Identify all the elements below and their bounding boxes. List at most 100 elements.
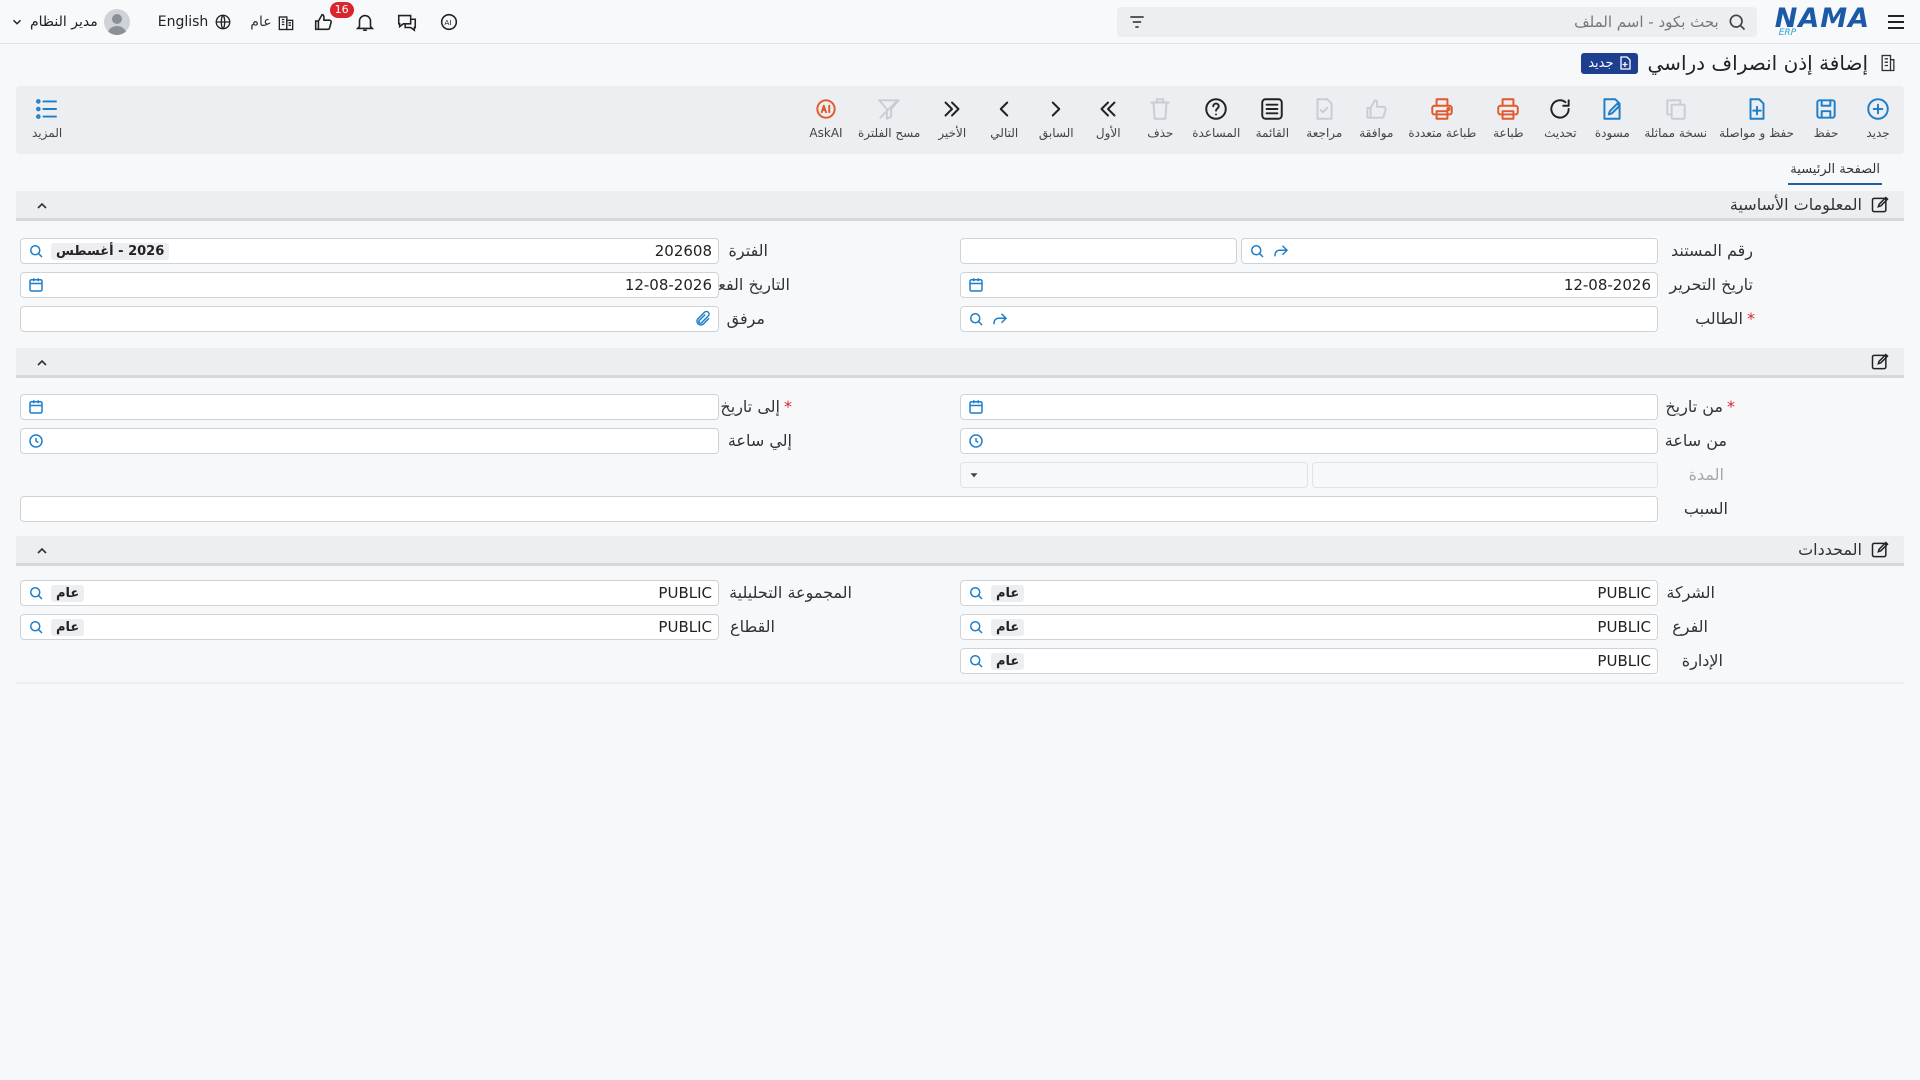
toolbar-button-thumbs-up[interactable]: موافقة [1356, 86, 1396, 140]
actual-date-value: 12-08-2026 [624, 276, 712, 294]
toolbar-button-copy[interactable]: نسخة مماثلة [1644, 86, 1707, 140]
toolbar-button-trash[interactable]: حذف [1140, 86, 1180, 140]
search-refresh-icon[interactable] [27, 618, 45, 636]
toolbar-button-last[interactable]: الأخير [932, 86, 972, 140]
student-label-text: الطالب [1695, 309, 1743, 328]
from-time-field[interactable] [960, 428, 1658, 454]
toolbar-button-draft[interactable]: مسودة [1592, 86, 1632, 140]
list-icon [1259, 96, 1285, 122]
to-time-field[interactable] [20, 428, 719, 454]
toolbar-actions: جديد حفظ حفظ و مواصلة نسخة مماثلة مسودة تحديث… [800, 86, 1904, 154]
toolbar-label: طباعة [1493, 126, 1524, 140]
edit-date-field[interactable]: 12-08-2026 [960, 272, 1658, 298]
clock-icon[interactable] [27, 432, 45, 450]
toolbar-button-clear-filter[interactable]: مسح الفلترة [858, 86, 920, 140]
department-field[interactable]: PUBLIC عام [960, 648, 1658, 674]
toolbar-button-refresh[interactable]: تحديث [1540, 86, 1580, 140]
language-switch[interactable]: English [158, 13, 233, 31]
analysis-group-tag: عام [51, 584, 85, 602]
analysis-group-value: PUBLIC [658, 584, 712, 602]
user-name: مدير النظام [30, 14, 98, 30]
search-input[interactable] [1146, 12, 1727, 31]
search-refresh-icon[interactable] [967, 618, 985, 636]
branch-value: PUBLIC [1597, 618, 1651, 636]
toolbar-button-save-continue[interactable]: حفظ و مواصلة [1719, 86, 1794, 140]
toolbar-button-next[interactable]: التالي [984, 86, 1024, 140]
filter-icon[interactable] [1127, 12, 1147, 32]
ai-assistant-button[interactable]: AI [436, 9, 462, 35]
doc-number-field[interactable] [1241, 238, 1658, 264]
menu-icon[interactable] [1884, 10, 1908, 34]
messages-button[interactable] [394, 9, 420, 35]
edit-icon [1870, 352, 1890, 372]
sector-field[interactable]: PUBLIC عام [20, 614, 719, 640]
review-icon [1311, 96, 1337, 122]
plus-circle-icon [1865, 96, 1891, 122]
notification-count-badge: 16 [329, 2, 354, 18]
toolbar-button-first[interactable]: الأول [1088, 86, 1128, 140]
toolbar-button-multi-print[interactable]: طباعة متعددة [1408, 86, 1476, 140]
toolbar-label: مسح الفلترة [858, 126, 921, 140]
from-date-field[interactable] [960, 394, 1658, 420]
clock-icon[interactable] [967, 432, 985, 450]
doc-number-extra-field[interactable] [960, 238, 1237, 264]
approvals-button[interactable]: 16 [310, 2, 354, 35]
to-date-field[interactable] [20, 394, 719, 420]
toolbar-button-plus-circle[interactable]: جديد [1858, 86, 1898, 140]
calendar-icon[interactable] [967, 398, 985, 416]
calendar-icon[interactable] [27, 398, 45, 416]
basic-info-section-header[interactable]: المعلومات الأساسية [16, 191, 1904, 221]
search-refresh-icon[interactable] [967, 310, 985, 328]
clear-filter-icon [876, 96, 902, 122]
branch-field[interactable]: PUBLIC عام [960, 614, 1658, 640]
company-field[interactable]: PUBLIC عام [960, 580, 1658, 606]
actual-date-field[interactable]: 12-08-2026 [20, 272, 719, 298]
more-list-icon [34, 96, 60, 122]
search-refresh-icon[interactable] [1248, 242, 1266, 260]
thumbs-up-icon [1363, 96, 1389, 122]
attachment-field[interactable] [20, 306, 719, 332]
toolbar-button-previous[interactable]: السابق [1036, 86, 1076, 140]
search-refresh-icon[interactable] [27, 584, 45, 602]
toolbar-button-help[interactable]: المساعدة [1192, 86, 1240, 140]
chevron-up-icon[interactable] [34, 198, 50, 214]
toolbar-button-review[interactable]: مراجعة [1304, 86, 1344, 140]
app-logo[interactable]: NAMA ERP [1775, 5, 1870, 38]
calendar-icon[interactable] [967, 276, 985, 294]
tab-main[interactable]: الصفحة الرئيسية [1788, 158, 1882, 185]
toolbar-label: حذف [1147, 126, 1174, 140]
reason-field[interactable] [20, 496, 1658, 522]
calendar-icon[interactable] [27, 276, 45, 294]
ai-icon: AI [438, 11, 460, 33]
toolbar-button-list[interactable]: القائمة [1252, 86, 1292, 140]
branch-label: الفرع [1672, 617, 1708, 636]
toolbar-button-save[interactable]: حفظ [1806, 86, 1846, 140]
period-field[interactable]: 202608 2026 - أغسطس [20, 238, 719, 264]
search-refresh-icon[interactable] [27, 242, 45, 260]
print-icon [1495, 96, 1521, 122]
toolbar-label: نسخة مماثلة [1644, 126, 1708, 140]
student-field[interactable] [960, 306, 1658, 332]
avatar [103, 9, 130, 35]
user-menu[interactable]: مدير النظام [10, 9, 130, 35]
scope-selector[interactable]: عام [250, 12, 295, 32]
more-button[interactable]: المزيد [32, 96, 62, 140]
search-refresh-icon[interactable] [967, 584, 985, 602]
language-label: English [157, 14, 209, 30]
reason-label: السبب [1683, 499, 1728, 518]
notifications-button[interactable] [352, 9, 378, 35]
dimensions-section-header[interactable]: المحددات [16, 536, 1904, 566]
chevron-up-icon[interactable] [34, 355, 50, 371]
search-refresh-icon[interactable] [967, 652, 985, 670]
share-icon[interactable] [1272, 242, 1290, 260]
paperclip-icon[interactable] [694, 310, 712, 328]
toolbar-button-print[interactable]: طباعة [1488, 86, 1528, 140]
timing-section-header[interactable] [16, 348, 1904, 378]
search-icon[interactable] [1727, 12, 1747, 32]
toolbar-button-ai[interactable]: AskAI [806, 86, 846, 140]
chevron-up-icon[interactable] [34, 543, 50, 559]
duration-label: المدة [1688, 465, 1724, 484]
share-icon[interactable] [991, 310, 1009, 328]
department-tag: عام [991, 652, 1025, 670]
analysis-group-field[interactable]: PUBLIC عام [20, 580, 719, 606]
